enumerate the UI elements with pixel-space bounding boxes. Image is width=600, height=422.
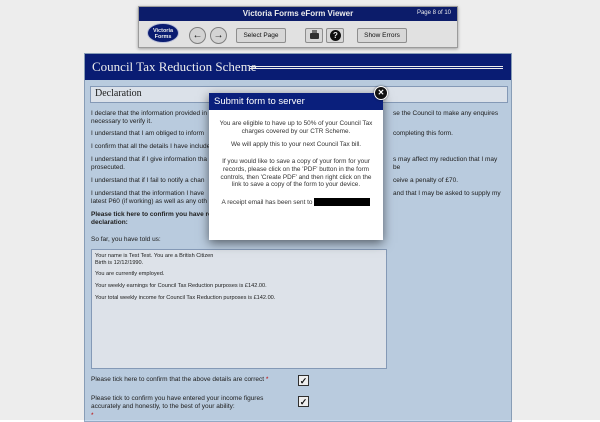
dialog-title: Submit form to server <box>214 96 305 107</box>
close-icon[interactable]: ✕ <box>374 86 388 100</box>
receipt-message: A receipt email has been sent to <box>215 198 377 207</box>
redacted-email <box>314 198 371 206</box>
save-pdf-instructions: If you would like to save a copy of your… <box>220 158 372 189</box>
eligibility-message: You are eligible to have up to 50% of yo… <box>219 120 373 135</box>
apply-message: We will apply this to your next Council … <box>230 141 362 148</box>
dialog-header: Submit form to server <box>209 93 383 110</box>
submit-dialog: Submit form to server You are eligible t… <box>209 93 383 240</box>
